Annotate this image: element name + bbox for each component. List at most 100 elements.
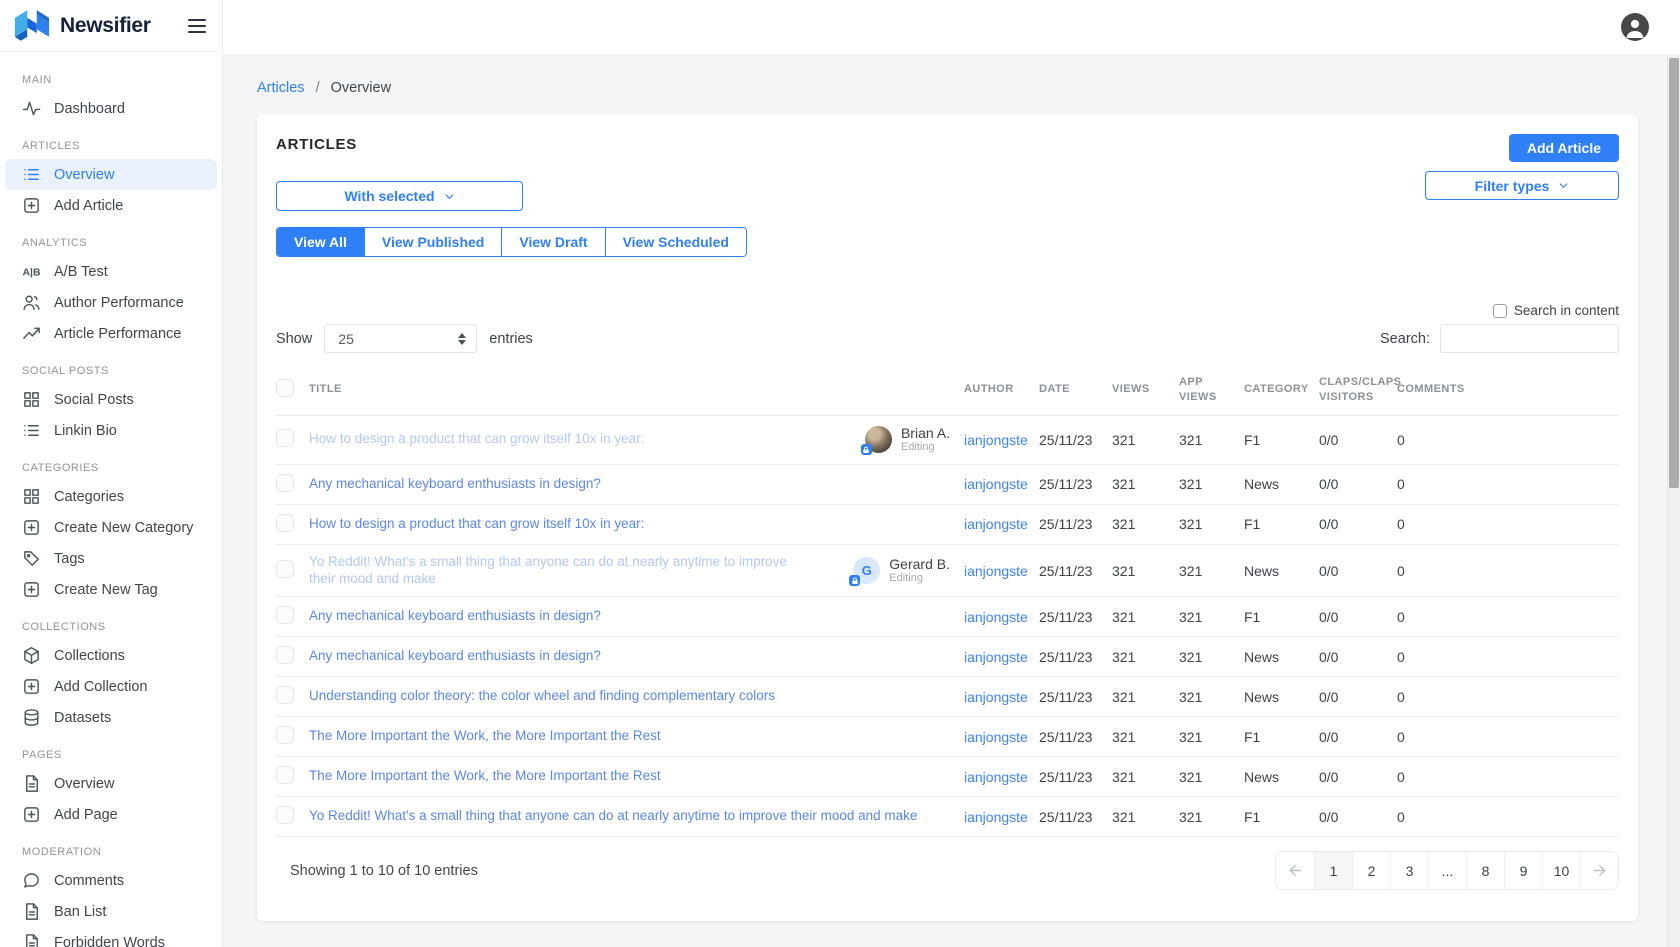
page-button-3[interactable]: 3 — [1390, 852, 1428, 889]
title-cell: Any mechanical keyboard enthusiasts in d… — [309, 599, 964, 634]
author-link[interactable]: ianjongste — [964, 609, 1028, 625]
sidebar-item-comments[interactable]: Comments — [5, 865, 217, 896]
breadcrumb-articles-link[interactable]: Articles — [257, 80, 305, 96]
editor-indicator: GGerard B.Editing — [853, 556, 950, 586]
sidebar-item-overview[interactable]: Overview — [5, 768, 217, 799]
page-button-1[interactable]: 1 — [1314, 852, 1352, 889]
sidebar-item-create-new-category[interactable]: Create New Category — [5, 512, 217, 543]
row-checkbox[interactable] — [276, 686, 294, 704]
prev-page-button[interactable] — [1276, 852, 1314, 889]
sidebar-item-create-new-tag[interactable]: Create New Tag — [5, 574, 217, 605]
sidebar-item-forbidden-words[interactable]: Forbidden Words — [5, 927, 217, 947]
row-checkbox[interactable] — [276, 806, 294, 824]
views-cell: 321 — [1112, 800, 1179, 834]
article-title-link[interactable]: Any mechanical keyboard enthusiasts in d… — [309, 608, 601, 625]
article-title-link[interactable]: Understanding color theory: the color wh… — [309, 688, 775, 705]
article-title-link[interactable]: Yo Reddit! What's a small thing that any… — [309, 554, 814, 588]
sidebar-item-a-b-test[interactable]: A|BA/B Test — [5, 256, 217, 287]
date-cell: 25/11/23 — [1039, 800, 1112, 834]
article-title-link[interactable]: How to design a product that can grow it… — [309, 431, 644, 448]
page-scrollbar[interactable] — [1667, 56, 1680, 947]
row-checkbox-cell — [276, 420, 309, 459]
row-checkbox[interactable] — [276, 514, 294, 532]
tab-view-published[interactable]: View Published — [364, 228, 501, 256]
with-selected-button[interactable]: With selected — [276, 181, 523, 211]
editor-name: Brian A. — [901, 425, 950, 442]
row-checkbox[interactable] — [276, 429, 294, 447]
table-row: Any mechanical keyboard enthusiasts in d… — [276, 597, 1619, 637]
sidebar-item-label: Create New Tag — [54, 582, 158, 598]
sidebar-item-linkin-bio[interactable]: Linkin Bio — [5, 415, 217, 446]
search-in-content-checkbox[interactable] — [1493, 304, 1507, 318]
sidebar-item-categories[interactable]: Categories — [5, 481, 217, 512]
sidebar-item-label: Overview — [54, 776, 114, 792]
sidebar-item-article-performance[interactable]: Article Performance — [5, 318, 217, 349]
sidebar-item-add-page[interactable]: Add Page — [5, 799, 217, 830]
sidebar-item-dashboard[interactable]: Dashboard — [5, 93, 217, 124]
row-checkbox[interactable] — [276, 606, 294, 624]
date-cell: 25/11/23 — [1039, 720, 1112, 754]
next-page-button[interactable] — [1580, 852, 1618, 889]
author-link[interactable]: ianjongste — [964, 563, 1028, 579]
filter-types-label: Filter types — [1475, 178, 1550, 194]
author-link[interactable]: ianjongste — [964, 729, 1028, 745]
sidebar-item-overview[interactable]: Overview — [5, 159, 217, 190]
row-checkbox[interactable] — [276, 560, 294, 578]
sidebar-item-datasets[interactable]: Datasets — [5, 702, 217, 733]
sidebar-item-author-performance[interactable]: Author Performance — [5, 287, 217, 318]
add-article-button[interactable]: Add Article — [1509, 134, 1619, 162]
sidebar-item-label: Linkin Bio — [54, 423, 117, 439]
sidebar-item-label: Collections — [54, 648, 125, 664]
row-checkbox[interactable] — [276, 474, 294, 492]
table-row: Yo Reddit! What's a small thing that any… — [276, 797, 1619, 837]
lock-icon — [861, 444, 872, 455]
sidebar-item-collections[interactable]: Collections — [5, 640, 217, 671]
author-link[interactable]: ianjongste — [964, 689, 1028, 705]
menu-icon[interactable] — [188, 19, 206, 33]
category-cell: F1 — [1244, 507, 1319, 541]
page-button-8[interactable]: 8 — [1466, 852, 1504, 889]
title-cell: Yo Reddit! What's a small thing that any… — [309, 799, 964, 834]
filter-types-button[interactable]: Filter types — [1425, 171, 1619, 200]
show-entries-select[interactable]: 25 — [324, 324, 477, 353]
sidebar-item-add-article[interactable]: Add Article — [5, 190, 217, 221]
row-checkbox[interactable] — [276, 726, 294, 744]
page-button-2[interactable]: 2 — [1352, 852, 1390, 889]
sidebar-item-ban-list[interactable]: Ban List — [5, 896, 217, 927]
scrollbar-thumb[interactable] — [1669, 58, 1679, 488]
article-title-link[interactable]: Any mechanical keyboard enthusiasts in d… — [309, 648, 601, 665]
sidebar-item-social-posts[interactable]: Social Posts — [5, 384, 217, 415]
author-link[interactable]: ianjongste — [964, 809, 1028, 825]
page-button-10[interactable]: 10 — [1542, 852, 1580, 889]
user-avatar[interactable] — [1621, 13, 1649, 41]
author-link[interactable]: ianjongste — [964, 649, 1028, 665]
article-title-link[interactable]: The More Important the Work, the More Im… — [309, 768, 661, 785]
app-views-cell: 321 — [1179, 554, 1244, 588]
author-link[interactable]: ianjongste — [964, 476, 1028, 492]
author-link[interactable]: ianjongste — [964, 432, 1028, 448]
column-header-app-views: APP VIEWS — [1179, 365, 1244, 415]
search-input[interactable] — [1440, 324, 1619, 353]
article-title-link[interactable]: Yo Reddit! What's a small thing that any… — [309, 808, 917, 825]
column-header-title: TITLE — [309, 372, 964, 407]
tab-view-draft[interactable]: View Draft — [501, 228, 604, 256]
tab-view-all[interactable]: View All — [277, 228, 364, 256]
page-button-9[interactable]: 9 — [1504, 852, 1542, 889]
author-cell: ianjongste — [964, 680, 1039, 714]
sidebar-item-add-collection[interactable]: Add Collection — [5, 671, 217, 702]
table-row: The More Important the Work, the More Im… — [276, 757, 1619, 797]
brand-logo[interactable]: Newsifier — [13, 9, 151, 42]
select-all-checkbox[interactable] — [276, 379, 294, 397]
article-title-link[interactable]: The More Important the Work, the More Im… — [309, 728, 661, 745]
sidebar-item-tags[interactable]: Tags — [5, 543, 217, 574]
svg-text:A|B: A|B — [23, 267, 41, 278]
row-checkbox[interactable] — [276, 766, 294, 784]
article-title-link[interactable]: How to design a product that can grow it… — [309, 516, 644, 533]
tab-view-scheduled[interactable]: View Scheduled — [605, 228, 746, 256]
row-checkbox[interactable] — [276, 646, 294, 664]
author-link[interactable]: ianjongste — [964, 516, 1028, 532]
app-views-cell: 321 — [1179, 800, 1244, 834]
category-cell: News — [1244, 760, 1319, 794]
article-title-link[interactable]: Any mechanical keyboard enthusiasts in d… — [309, 476, 601, 493]
author-link[interactable]: ianjongste — [964, 769, 1028, 785]
